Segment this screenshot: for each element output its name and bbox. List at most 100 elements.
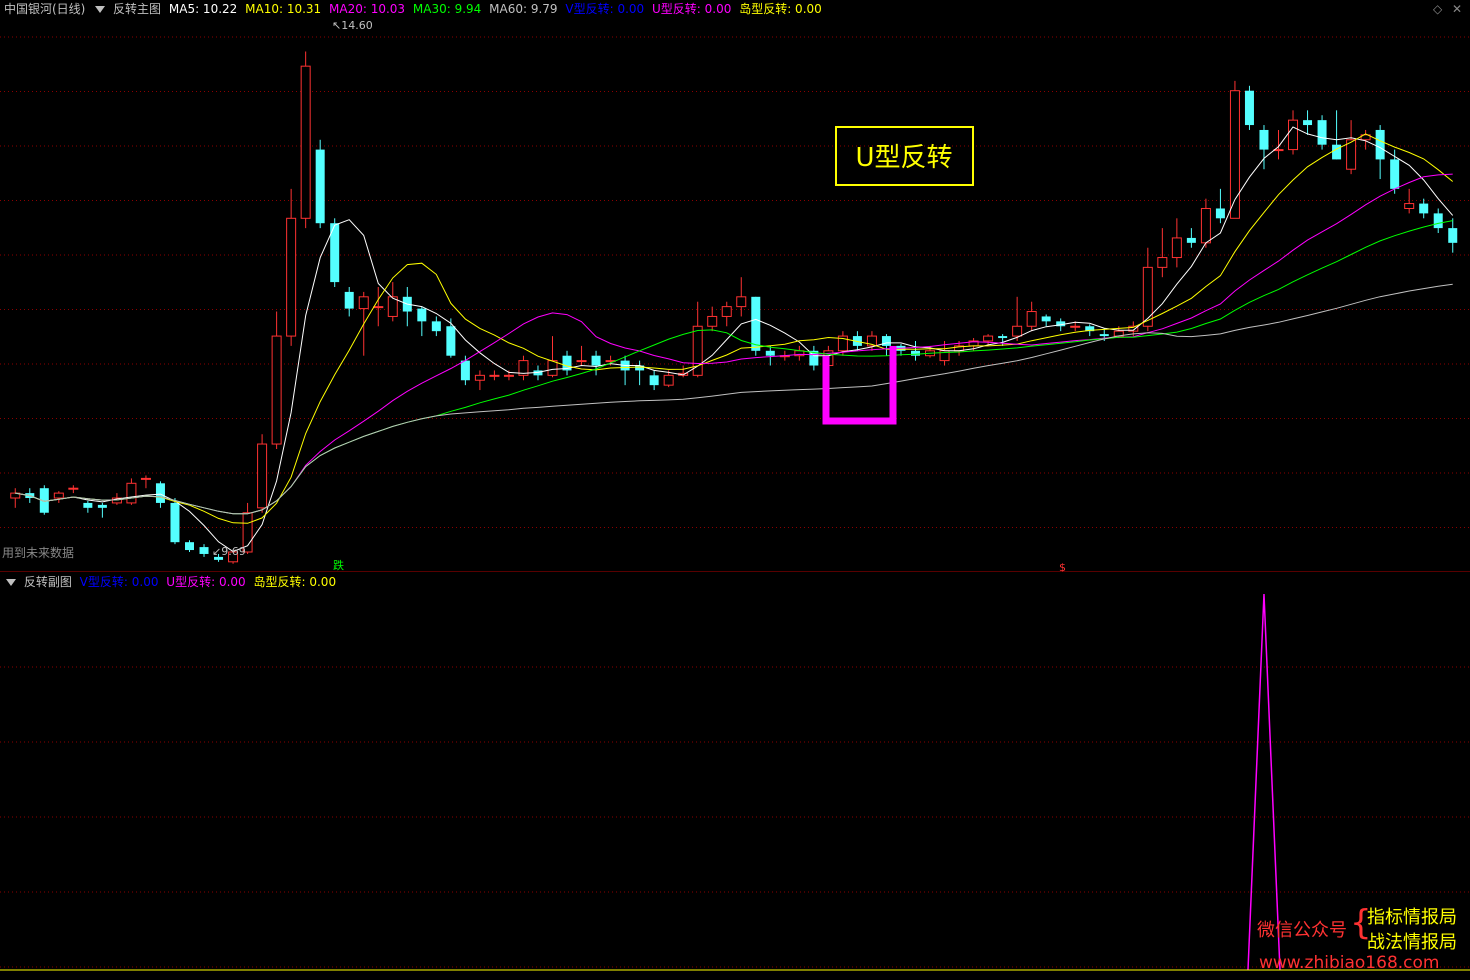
candle-body [1288, 119, 1299, 151]
candle-body [257, 443, 268, 509]
candle [474, 370, 485, 391]
wechat-label: 微信公众号 [1257, 920, 1347, 941]
candle-body [1390, 159, 1400, 189]
candle-body [184, 542, 195, 551]
candle-body [1099, 334, 1109, 337]
candle-body [126, 482, 137, 504]
candle-body [446, 326, 456, 356]
candle [1273, 129, 1284, 160]
sub-indicator-chart[interactable] [0, 572, 1470, 980]
candle [998, 334, 1008, 346]
candle [896, 343, 906, 356]
candle [1012, 296, 1023, 341]
candle-body [431, 321, 441, 332]
u-reversal-signal-line [1247, 593, 1281, 971]
candle-body [1026, 311, 1037, 327]
candle [794, 345, 805, 361]
dollar-signal: $ [1059, 561, 1066, 572]
candle-body [199, 547, 209, 554]
candle-body [1375, 129, 1385, 160]
candle-body [271, 335, 282, 445]
candle [1041, 314, 1051, 327]
candle-body [344, 291, 354, 309]
candle-body [707, 315, 718, 327]
candle-body [1070, 325, 1081, 328]
candle [286, 188, 297, 346]
candle [1171, 218, 1182, 268]
candle [140, 475, 151, 489]
u-reversal-box-label: U型反转 [855, 143, 952, 173]
candle [1404, 188, 1415, 214]
candle-body [417, 308, 427, 322]
candle [417, 306, 427, 337]
candle [707, 306, 718, 332]
die-signal: 跌 [333, 558, 344, 572]
candle-body [1142, 266, 1153, 327]
brand-url: www.zhibiao168.com [1259, 953, 1440, 973]
candle [257, 434, 268, 513]
candle-body [751, 296, 761, 351]
candle-body [489, 374, 500, 377]
candle-body [1012, 325, 1023, 337]
ma60-line [15, 283, 1453, 515]
candle [518, 355, 529, 381]
candle [1375, 125, 1385, 180]
candle [809, 345, 819, 371]
candle-body [1041, 316, 1051, 322]
main-candlestick-chart[interactable]: U型反转 ↖14.60 ↙9.69 用到未来数据 跌 $ [0, 0, 1470, 572]
candle-body [460, 360, 470, 381]
candle [431, 316, 441, 337]
candle-body [140, 477, 151, 480]
candle [199, 544, 209, 557]
candle-body [68, 487, 79, 490]
candle [344, 287, 354, 317]
candle [170, 498, 180, 545]
candle [1215, 188, 1225, 224]
candle [53, 491, 64, 503]
candle-body [547, 360, 558, 376]
candle [300, 51, 311, 229]
candle-body [373, 306, 384, 309]
candle-body [1332, 144, 1342, 160]
brand-name-2: 战法情报局 [1367, 932, 1457, 953]
candle [1229, 80, 1240, 219]
candle-body [736, 296, 747, 308]
candle-body [1215, 208, 1225, 219]
candle [1332, 110, 1342, 160]
candle-body [1303, 120, 1313, 126]
candle [1303, 110, 1313, 135]
candle-body [1186, 237, 1196, 243]
candle-body [97, 504, 107, 508]
candle-body [1244, 90, 1254, 126]
candle [402, 287, 412, 327]
candle-body [83, 502, 93, 508]
candle-body [1419, 203, 1429, 214]
candle-body [576, 360, 587, 363]
candle-body [1200, 207, 1211, 244]
candle [83, 500, 93, 513]
candle [1288, 110, 1299, 155]
candle-body [300, 65, 311, 219]
candle-body [765, 350, 775, 356]
candle [1317, 115, 1327, 150]
candle-body [721, 306, 732, 317]
candle [591, 350, 601, 376]
candle-body [1317, 120, 1327, 145]
ma30-line [15, 220, 1453, 515]
candle [910, 340, 921, 361]
candle [1433, 208, 1443, 234]
candle [1448, 218, 1458, 253]
candle [1419, 198, 1429, 219]
candle [562, 350, 572, 376]
candle-body [1259, 129, 1269, 150]
candle [10, 488, 21, 508]
candle [1186, 228, 1196, 248]
candle-body [155, 483, 165, 503]
candle-body [983, 335, 994, 342]
candle [387, 282, 398, 322]
candle [547, 336, 558, 378]
candle [126, 478, 137, 505]
future-data-note: 用到未来数据 [2, 545, 74, 560]
candle [678, 365, 689, 378]
candle [1026, 301, 1037, 332]
